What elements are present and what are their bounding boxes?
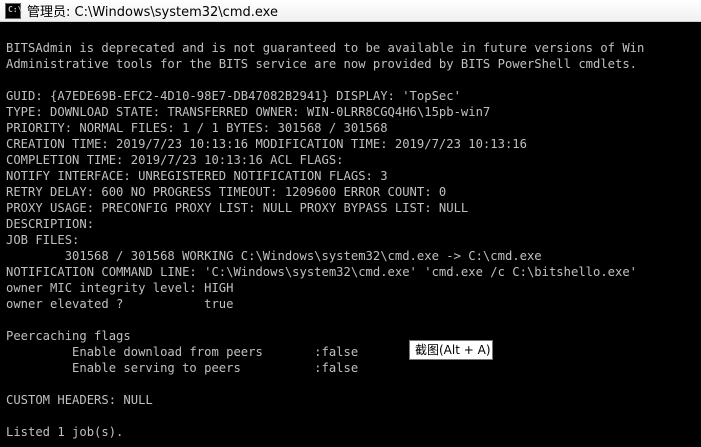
console-line: Peercaching flags <box>6 329 131 343</box>
console-line: RETRY DELAY: 600 NO PROGRESS TIMEOUT: 12… <box>6 185 447 199</box>
title-bar[interactable]: C:\ 管理员: C:\Windows\system32\cmd.exe <box>0 0 701 22</box>
console-line: Enable serving to peers :false <box>6 361 359 375</box>
console-line: CUSTOM HEADERS: NULL <box>6 393 153 407</box>
console-line: Administrative tools for the BITS servic… <box>6 57 638 71</box>
console-line: 301568 / 301568 WORKING C:\Windows\syste… <box>6 249 542 263</box>
console-line: JOB FILES: <box>6 233 80 247</box>
window-title: 管理员: C:\Windows\system32\cmd.exe <box>27 5 278 20</box>
console-line: NOTIFICATION COMMAND LINE: 'C:\Windows\s… <box>6 265 638 279</box>
console-line: BITSAdmin is deprecated and is not guara… <box>6 41 645 55</box>
cmd-icon[interactable]: C:\ <box>5 2 23 19</box>
console-line: DESCRIPTION: <box>6 217 95 231</box>
cmd-window: C:\ 管理员: C:\Windows\system32\cmd.exe BIT… <box>0 0 701 447</box>
console-line: GUID: {A7EDE69B-EFC2-4D10-98E7-DB47082B2… <box>6 89 461 103</box>
console-line: owner elevated ? true <box>6 297 234 311</box>
screenshot-tooltip: 截图(Alt + A) <box>409 340 493 360</box>
console-line: owner MIC integrity level: HIGH <box>6 281 234 295</box>
cmd-icon-glyph: C:\ <box>8 4 23 14</box>
console-line: PRIORITY: NORMAL FILES: 1 / 1 BYTES: 301… <box>6 121 388 135</box>
console-line: PROXY USAGE: PRECONFIG PROXY LIST: NULL … <box>6 201 469 215</box>
console-line: Enable download from peers :false <box>6 345 359 359</box>
console-line: COMPLETION TIME: 2019/7/23 10:13:16 ACL … <box>6 153 344 167</box>
console-line: NOTIFY INTERFACE: UNREGISTERED NOTIFICAT… <box>6 169 388 183</box>
console-output[interactable]: BITSAdmin is deprecated and is not guara… <box>6 22 701 447</box>
console-line: CREATION TIME: 2019/7/23 10:13:16 MODIFI… <box>6 137 527 151</box>
console-line: Listed 1 job(s). <box>6 425 124 439</box>
console-line: TYPE: DOWNLOAD STATE: TRANSFERRED OWNER:… <box>6 105 491 119</box>
